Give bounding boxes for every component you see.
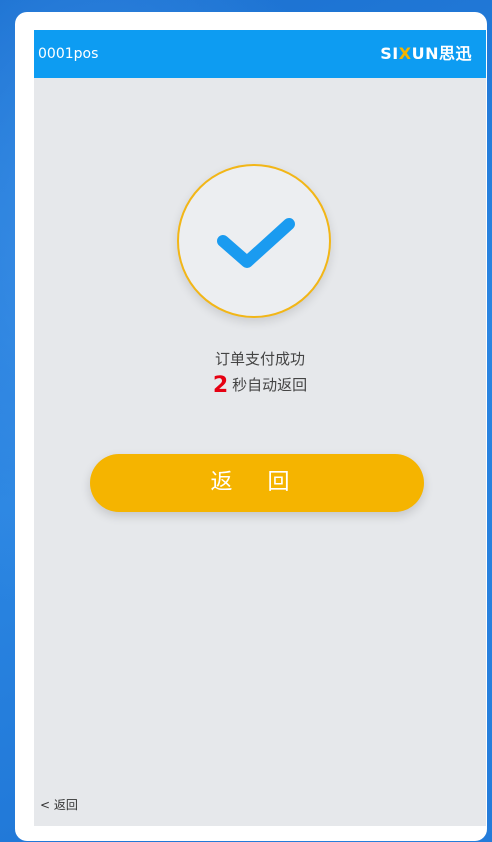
countdown-number: 2: [212, 373, 229, 398]
payment-success-message: 订单支付成功: [214, 350, 305, 368]
header-bar: 0001pos SIXUN思迅: [34, 30, 486, 78]
success-check-icon: [177, 164, 331, 318]
return-button[interactable]: 返 回: [90, 454, 424, 512]
pos-screen: 0001pos SIXUN思迅 订单支付成功 2 秒自动返回 返 回 < 返回: [34, 30, 486, 826]
countdown-label: 秒自动返回: [232, 376, 308, 394]
countdown-text: 2 秒自动返回: [34, 373, 486, 398]
brand-logo: SIXUN思迅: [380, 44, 472, 63]
back-link[interactable]: < 返回: [40, 796, 78, 813]
terminal-id: 0001pos: [38, 46, 99, 62]
